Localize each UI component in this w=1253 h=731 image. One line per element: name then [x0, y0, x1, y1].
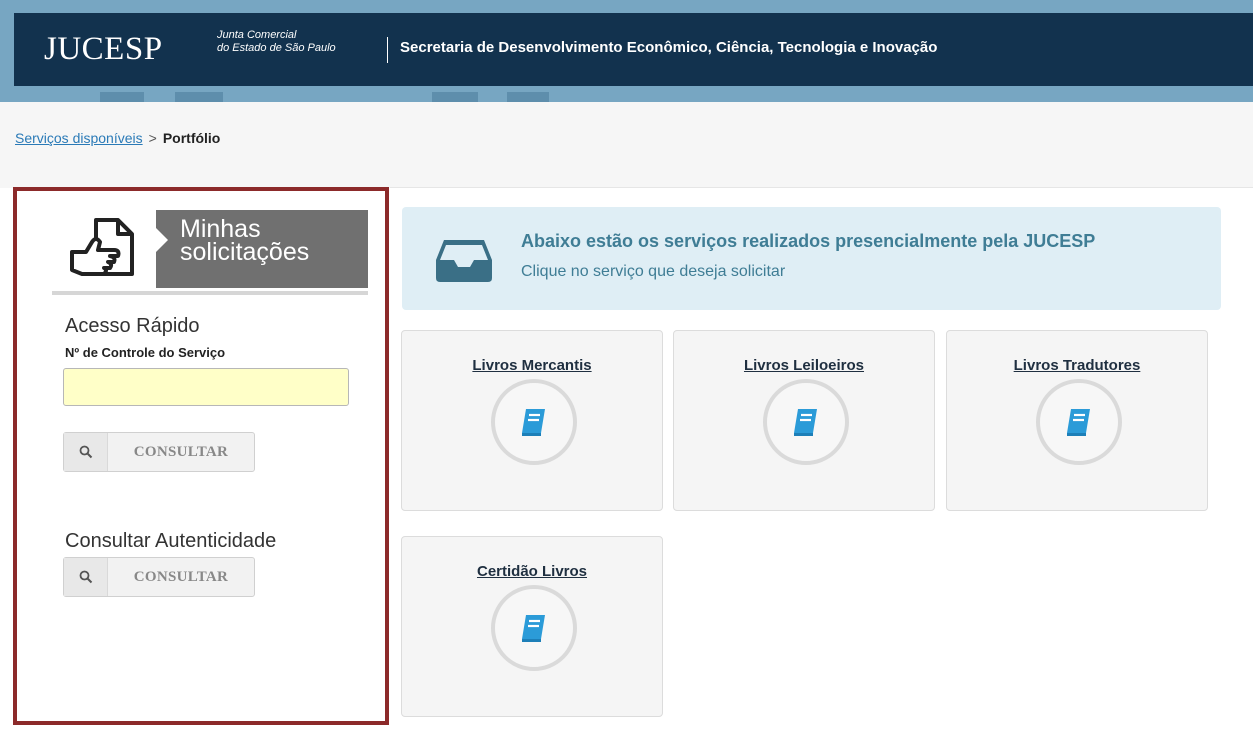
book-icon	[491, 585, 577, 671]
header-title: Secretaria de Desenvolvimento Econômico,…	[400, 39, 938, 56]
service-card-certidao-livros[interactable]: Certidão Livros	[401, 536, 663, 717]
my-requests-line2: solicitações	[180, 238, 310, 266]
control-number-label: Nº de Controle do Serviço	[65, 345, 226, 360]
consult-button[interactable]: CONSULTAR	[63, 432, 255, 472]
logo-subtitle-line1: Junta Comercial	[217, 29, 297, 41]
breadcrumb: Serviços disponíveis > Portfólio	[15, 130, 220, 146]
my-requests-arrow	[156, 228, 168, 252]
logo-subtitle: Junta Comercial do Estado de São Paulo	[217, 29, 336, 55]
banner-underline	[52, 291, 368, 295]
breadcrumb-current: Portfólio	[162, 130, 221, 146]
service-card-title[interactable]: Livros Mercantis	[402, 357, 662, 374]
breadcrumb-link-services[interactable]: Serviços disponíveis	[15, 130, 143, 146]
search-icon	[64, 558, 108, 596]
header-divider	[387, 37, 388, 63]
control-number-input[interactable]	[63, 368, 349, 406]
header-bar: JUCESP Junta Comercial do Estado de São …	[14, 13, 1253, 86]
logo-subtitle-line2: do Estado de São Paulo	[217, 42, 336, 54]
search-icon	[64, 433, 108, 471]
pointing-hand-document-icon	[52, 206, 162, 290]
sidebar-panel: Minhas solicitações Acesso Rápido Nº de …	[13, 187, 389, 725]
service-card-title[interactable]: Certidão Livros	[402, 563, 662, 580]
consult-authenticity-button[interactable]: CONSULTAR	[63, 557, 255, 597]
breadcrumb-separator: >	[148, 130, 157, 146]
service-card-livros-mercantis[interactable]: Livros Mercantis	[401, 330, 663, 511]
my-requests-banner[interactable]: Minhas solicitações	[52, 206, 368, 290]
quick-access-title: Acesso Rápido	[65, 315, 200, 337]
info-subtitle: Clique no serviço que deseja solicitar	[521, 263, 786, 280]
authenticity-title: Consultar Autenticidade	[65, 530, 277, 552]
service-card-title[interactable]: Livros Leiloeiros	[674, 357, 934, 374]
jucesp-logo[interactable]: JUCESP	[44, 31, 163, 68]
book-icon	[1036, 379, 1122, 465]
service-card-title[interactable]: Livros Tradutores	[947, 357, 1207, 374]
info-title: Abaixo estão os serviços realizados pres…	[521, 231, 1096, 251]
my-requests-label: Minhas solicitações	[180, 217, 310, 266]
consult-button-label: CONSULTAR	[133, 443, 229, 460]
book-icon	[763, 379, 849, 465]
book-icon	[491, 379, 577, 465]
inbox-icon	[436, 238, 492, 287]
service-card-livros-leiloeiros[interactable]: Livros Leiloeiros	[673, 330, 935, 511]
service-card-livros-tradutores[interactable]: Livros Tradutores	[946, 330, 1208, 511]
consult-authenticity-button-label: CONSULTAR	[133, 568, 229, 585]
info-banner: Abaixo estão os serviços realizados pres…	[402, 207, 1221, 310]
divider	[390, 187, 1253, 188]
